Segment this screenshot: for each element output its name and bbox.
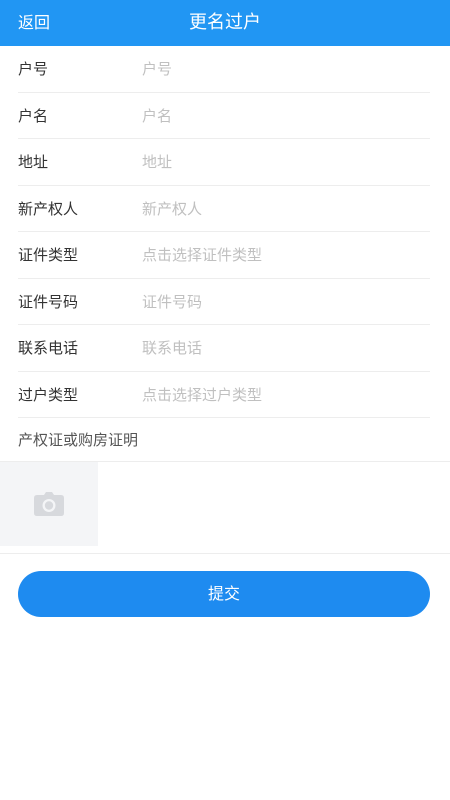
form-row-new-owner: 新产权人 [18, 186, 430, 232]
page: 返回 更名过户 户号 户名 地址 新产权人 证件类型 点击选择证件类型 证件号码 [0, 0, 450, 800]
upload-area [0, 462, 450, 554]
account-number-label: 户号 [18, 60, 49, 78]
id-type-label: 证件类型 [18, 246, 79, 264]
account-number-input[interactable] [142, 54, 422, 84]
new-owner-label: 新产权人 [18, 199, 79, 218]
id-type-select[interactable]: 点击选择证件类型 [142, 232, 422, 278]
account-name-label: 户名 [18, 106, 49, 125]
form-row-account-number: 户号 [18, 46, 430, 93]
form-row-phone: 联系电话 [18, 325, 430, 372]
photo-upload-button[interactable] [0, 462, 98, 546]
transfer-type-label: 过户类型 [18, 385, 79, 404]
transfer-form: 户号 户名 地址 新产权人 证件类型 点击选择证件类型 证件号码 联系电话 [0, 46, 450, 554]
id-number-input[interactable] [142, 286, 422, 317]
address-label: 地址 [18, 153, 49, 171]
form-row-id-number: 证件号码 [18, 279, 430, 325]
upload-section-label: 产权证或购房证明 [0, 418, 450, 462]
form-row-address: 地址 [18, 139, 430, 186]
account-name-input[interactable] [142, 100, 422, 131]
address-input[interactable] [142, 147, 422, 177]
phone-label: 联系电话 [18, 339, 79, 357]
new-owner-input[interactable] [142, 193, 422, 224]
phone-input[interactable] [142, 333, 422, 363]
page-title: 更名过户 [189, 12, 261, 33]
id-number-label: 证件号码 [18, 292, 79, 311]
form-row-transfer-type: 过户类型 点击选择过户类型 [18, 372, 430, 418]
camera-icon [34, 492, 64, 516]
header-bar: 返回 更名过户 [0, 0, 450, 46]
form-row-id-type: 证件类型 点击选择证件类型 [18, 232, 430, 279]
form-row-account-name: 户名 [18, 93, 430, 139]
submit-button[interactable]: 提交 [18, 571, 430, 617]
transfer-type-select[interactable]: 点击选择过户类型 [142, 372, 422, 418]
